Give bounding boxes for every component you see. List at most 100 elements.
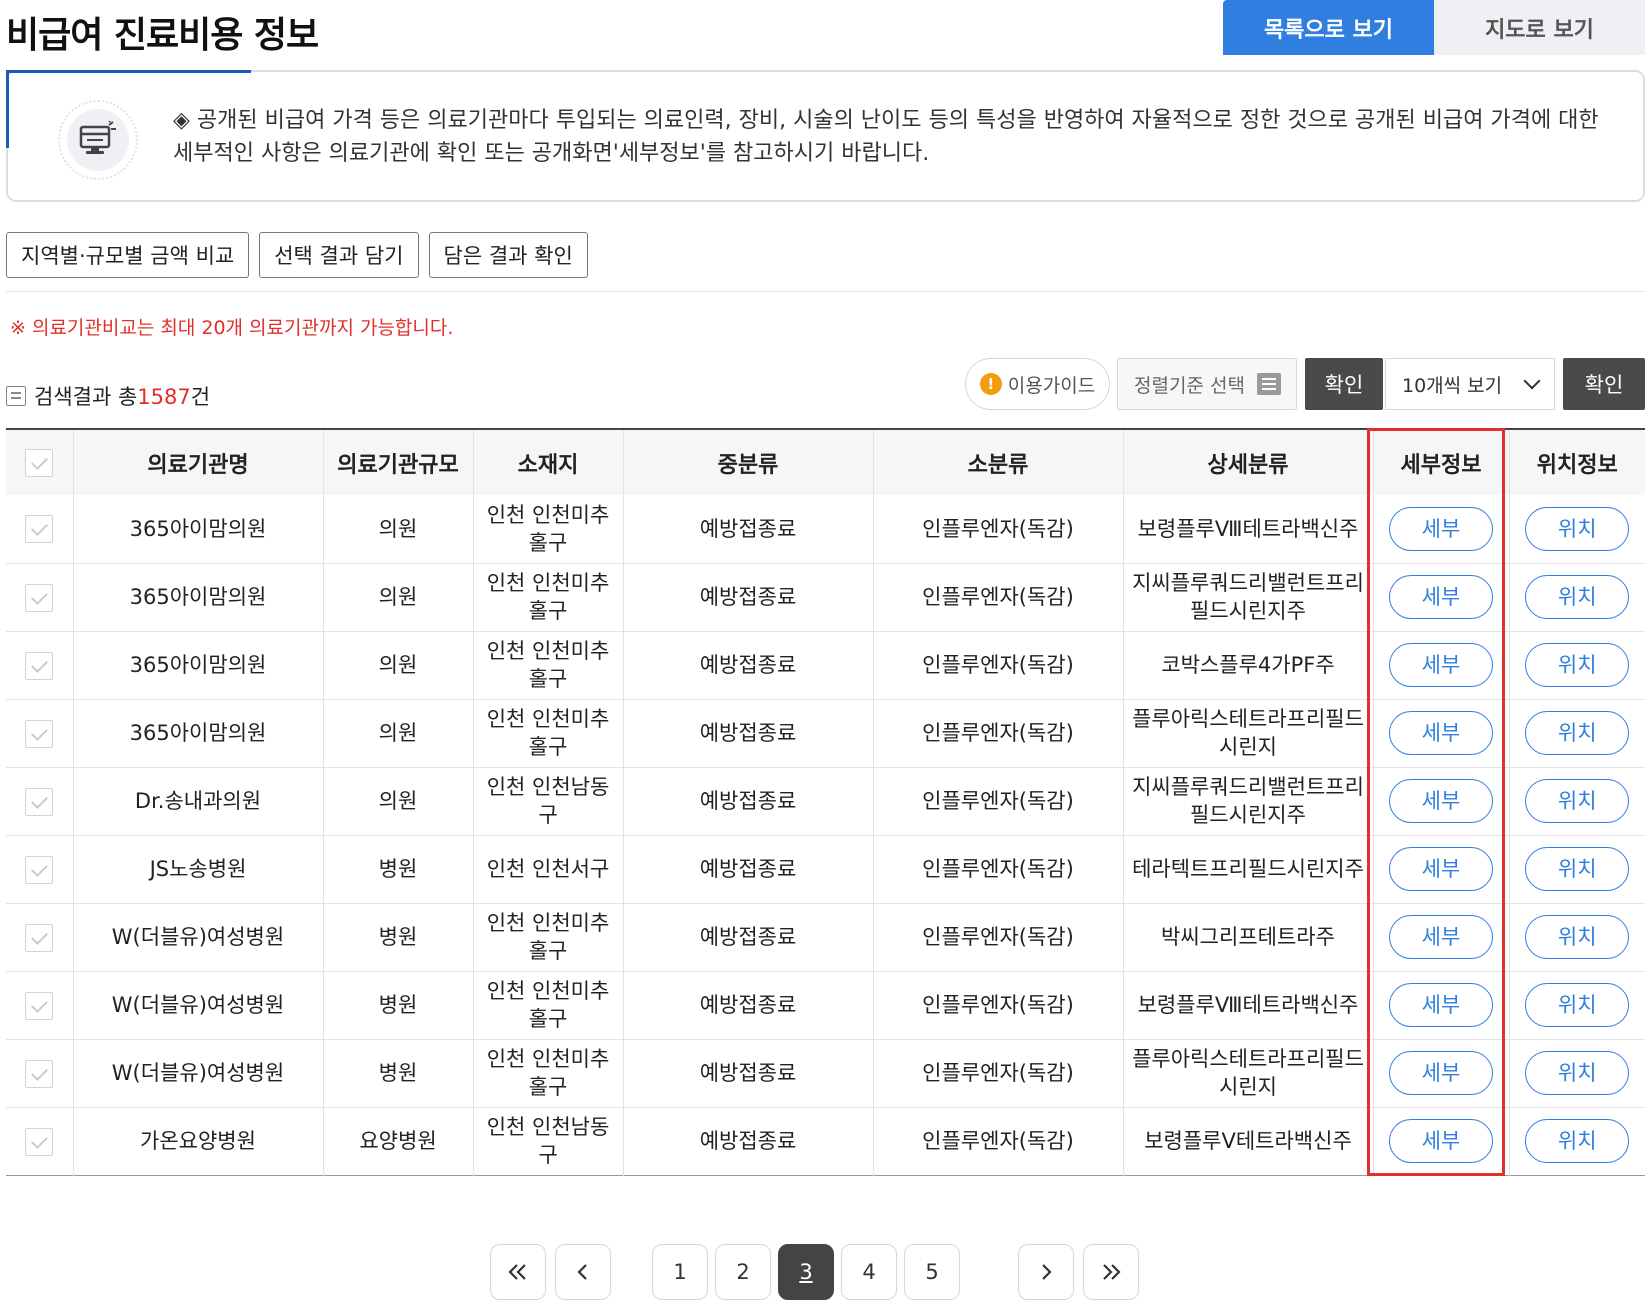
- last-page-button[interactable]: [1083, 1244, 1139, 1300]
- cell-size: 병원: [322, 971, 473, 1039]
- row-checkbox[interactable]: [25, 1059, 54, 1088]
- table-header-row: 의료기관명 의료기관규모 소재지 중분류 소분류 상세분류 세부정보 위치정보: [6, 429, 1645, 495]
- cell-location-button: 위치: [1508, 1107, 1645, 1175]
- cell-detail-button: 세부: [1372, 1039, 1509, 1107]
- cell-name: 365아이맘의원: [72, 631, 323, 699]
- cell-name: W(더블유)여성병원: [72, 1039, 323, 1107]
- cell-detail-category: 보령플루Ⅷ테트라백신주: [1122, 971, 1373, 1039]
- view-cart-button[interactable]: 담은 결과 확인: [428, 232, 588, 278]
- view-list-button[interactable]: 목록으로 보기: [1223, 0, 1434, 55]
- cell-mid-category: 예방접종료: [622, 699, 873, 767]
- cell-location: 인천 인천미추홀구: [472, 971, 623, 1039]
- compare-limit-note: ※ 의료기관비교는 최대 20개 의료기관까지 가능합니다.: [10, 317, 454, 339]
- cell-location: 인천 인천미추홀구: [472, 903, 623, 971]
- per-page-confirm-button[interactable]: 확인: [1563, 358, 1645, 410]
- location-button[interactable]: 위치: [1525, 983, 1630, 1027]
- row-checkbox[interactable]: [25, 923, 54, 952]
- list-doc-icon: [6, 386, 26, 406]
- row-checkbox[interactable]: [25, 515, 54, 544]
- cell-detail-button: 세부: [1372, 1107, 1509, 1175]
- table-row: W(더블유)여성병원 병원 인천 인천미추홀구 예방접종료 인플루엔자(독감) 보령플루Ⅷ…: [6, 971, 1645, 1039]
- location-button[interactable]: 위치: [1525, 1051, 1630, 1095]
- location-button[interactable]: 위치: [1525, 915, 1630, 959]
- cell-location-button: 위치: [1508, 699, 1645, 767]
- page-number-button[interactable]: 4: [841, 1244, 897, 1300]
- usage-guide-button[interactable]: ! 이용가이드: [965, 358, 1110, 410]
- cell-location-button: 위치: [1508, 1039, 1645, 1107]
- cell-detail-category: 테라텍트프리필드시린지주: [1122, 835, 1373, 903]
- detail-button[interactable]: 세부: [1389, 575, 1493, 619]
- cell-small-category: 인플루엔자(독감): [872, 1107, 1123, 1175]
- row-checkbox[interactable]: [25, 1127, 54, 1156]
- sort-label: 정렬기준 선택: [1134, 374, 1245, 397]
- detail-button[interactable]: 세부: [1389, 506, 1493, 551]
- location-button[interactable]: 위치: [1525, 506, 1630, 551]
- cell-size: 의원: [322, 495, 473, 563]
- location-button[interactable]: 위치: [1525, 1119, 1630, 1163]
- next-page-button[interactable]: [1018, 1244, 1074, 1300]
- view-map-button[interactable]: 지도로 보기: [1434, 0, 1645, 55]
- location-button[interactable]: 위치: [1525, 643, 1630, 687]
- cell-mid-category: 예방접종료: [622, 563, 873, 631]
- cell-mid-category: 예방접종료: [622, 767, 873, 835]
- row-checkbox[interactable]: [25, 583, 54, 612]
- cell-mid-category: 예방접종료: [622, 971, 873, 1039]
- header-location: 소재지: [472, 429, 623, 495]
- location-button[interactable]: 위치: [1525, 847, 1630, 891]
- location-button[interactable]: 위치: [1525, 779, 1630, 823]
- region-compare-button[interactable]: 지역별·규모별 금액 비교: [6, 232, 250, 278]
- cell-size: 병원: [322, 903, 473, 971]
- cell-detail-category: 보령플루Ⅷ테트라백신주: [1122, 495, 1373, 563]
- detail-button[interactable]: 세부: [1389, 711, 1493, 755]
- row-checkbox[interactable]: [25, 855, 54, 884]
- cell-detail-button: 세부: [1372, 767, 1509, 835]
- sort-select[interactable]: 정렬기준 선택: [1117, 358, 1297, 410]
- row-checkbox-cell: [6, 835, 73, 903]
- row-checkbox-cell: [6, 1107, 73, 1175]
- sort-confirm-button[interactable]: 확인: [1305, 358, 1383, 410]
- notice-box: ◈ 공개된 비급여 가격 등은 의료기관마다 투입되는 의료인력, 장비, 시술…: [6, 70, 1645, 202]
- row-checkbox[interactable]: [25, 651, 54, 680]
- cell-name: 365아이맘의원: [72, 495, 323, 563]
- first-page-button[interactable]: [490, 1244, 546, 1300]
- cell-small-category: 인플루엔자(독감): [872, 631, 1123, 699]
- page-number-button[interactable]: 3: [778, 1244, 834, 1300]
- detail-button[interactable]: 세부: [1389, 1051, 1493, 1095]
- cell-detail-category: 플루아릭스테트라프리필드시린지: [1122, 1039, 1373, 1107]
- detail-button[interactable]: 세부: [1389, 1119, 1493, 1163]
- cell-detail-category: 지씨플루쿼드리밸런트프리필드시린지주: [1122, 563, 1373, 631]
- cell-location: 인천 인천미추홀구: [472, 631, 623, 699]
- detail-button[interactable]: 세부: [1389, 643, 1493, 687]
- cell-location-button: 위치: [1508, 767, 1645, 835]
- table-body: 365아이맘의원 의원 인천 인천미추홀구 예방접종료 인플루엔자(독감) 보령플루Ⅷ테트…: [6, 495, 1645, 1175]
- cell-detail-button: 세부: [1372, 495, 1509, 563]
- page-number-button[interactable]: 2: [715, 1244, 771, 1300]
- prev-page-button[interactable]: [555, 1244, 611, 1300]
- cell-location: 인천 인천서구: [472, 835, 623, 903]
- header-detail-category: 상세분류: [1122, 429, 1373, 495]
- row-checkbox[interactable]: [25, 787, 54, 816]
- cell-location-button: 위치: [1508, 971, 1645, 1039]
- detail-button[interactable]: 세부: [1389, 847, 1493, 891]
- cell-size: 의원: [322, 631, 473, 699]
- detail-button[interactable]: 세부: [1389, 915, 1493, 959]
- cell-location: 인천 인천미추홀구: [472, 563, 623, 631]
- row-checkbox-cell: [6, 631, 73, 699]
- page-number-button[interactable]: 1: [652, 1244, 708, 1300]
- select-all-checkbox[interactable]: [25, 448, 54, 477]
- cell-size: 의원: [322, 767, 473, 835]
- row-checkbox[interactable]: [25, 719, 54, 748]
- detail-button[interactable]: 세부: [1389, 779, 1493, 823]
- cell-detail-button: 세부: [1372, 699, 1509, 767]
- cell-size: 의원: [322, 699, 473, 767]
- page-title: 비급여 진료비용 정보: [6, 15, 319, 56]
- location-button[interactable]: 위치: [1525, 575, 1630, 619]
- per-page-select[interactable]: 10개씩 보기: [1385, 358, 1555, 410]
- table-row: Dr.송내과의원 의원 인천 인천남동구 예방접종료 인플루엔자(독감) 지씨플루쿼드리밸…: [6, 767, 1645, 835]
- add-selection-button[interactable]: 선택 결과 담기: [259, 232, 419, 278]
- row-checkbox[interactable]: [25, 991, 54, 1020]
- location-button[interactable]: 위치: [1525, 711, 1630, 755]
- result-number: 1587: [137, 385, 191, 409]
- page-number-button[interactable]: 5: [904, 1244, 960, 1300]
- detail-button[interactable]: 세부: [1389, 983, 1493, 1027]
